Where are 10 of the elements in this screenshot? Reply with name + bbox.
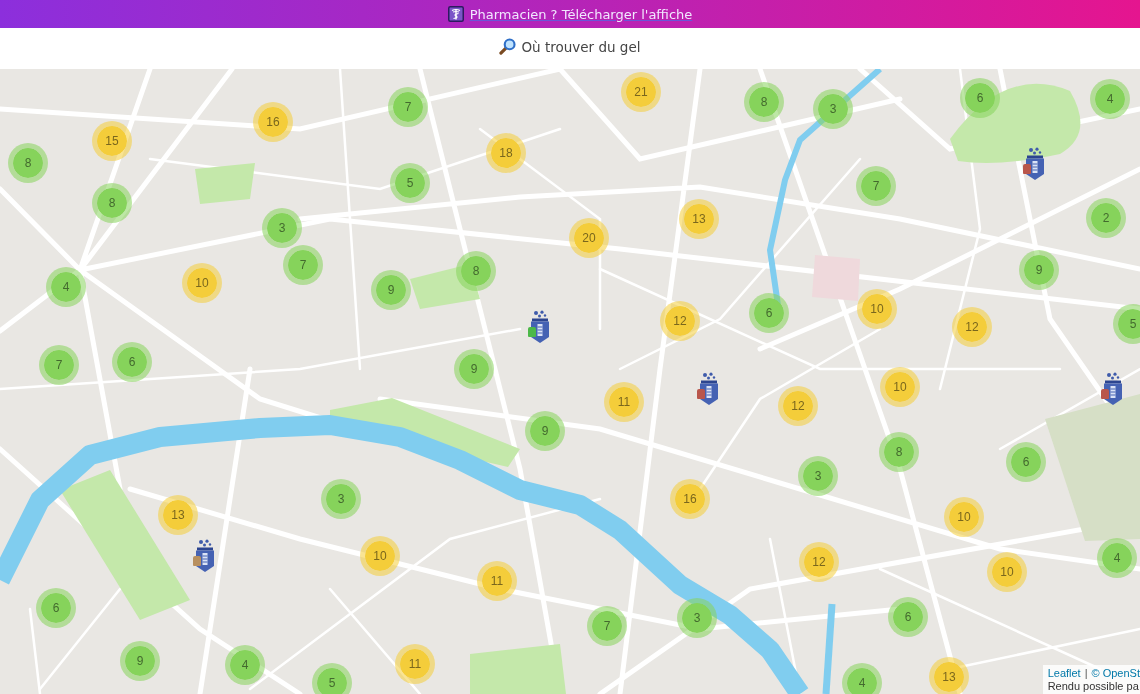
page-heading: Où trouver du gel xyxy=(521,38,641,55)
poster-link[interactable]: Pharmacien ? Télécharger l'affiche xyxy=(447,6,693,22)
caduceus-icon xyxy=(447,6,464,22)
park-area xyxy=(195,163,255,204)
attribution-text: Rendu possible pa xyxy=(1047,680,1140,693)
attribution-link[interactable]: © OpenSt xyxy=(1091,667,1140,680)
search-icon xyxy=(499,38,517,55)
attribution-link[interactable]: Leaflet xyxy=(1047,667,1081,680)
separator-text: | xyxy=(1084,667,1088,680)
hospital-grounds xyxy=(812,255,860,301)
